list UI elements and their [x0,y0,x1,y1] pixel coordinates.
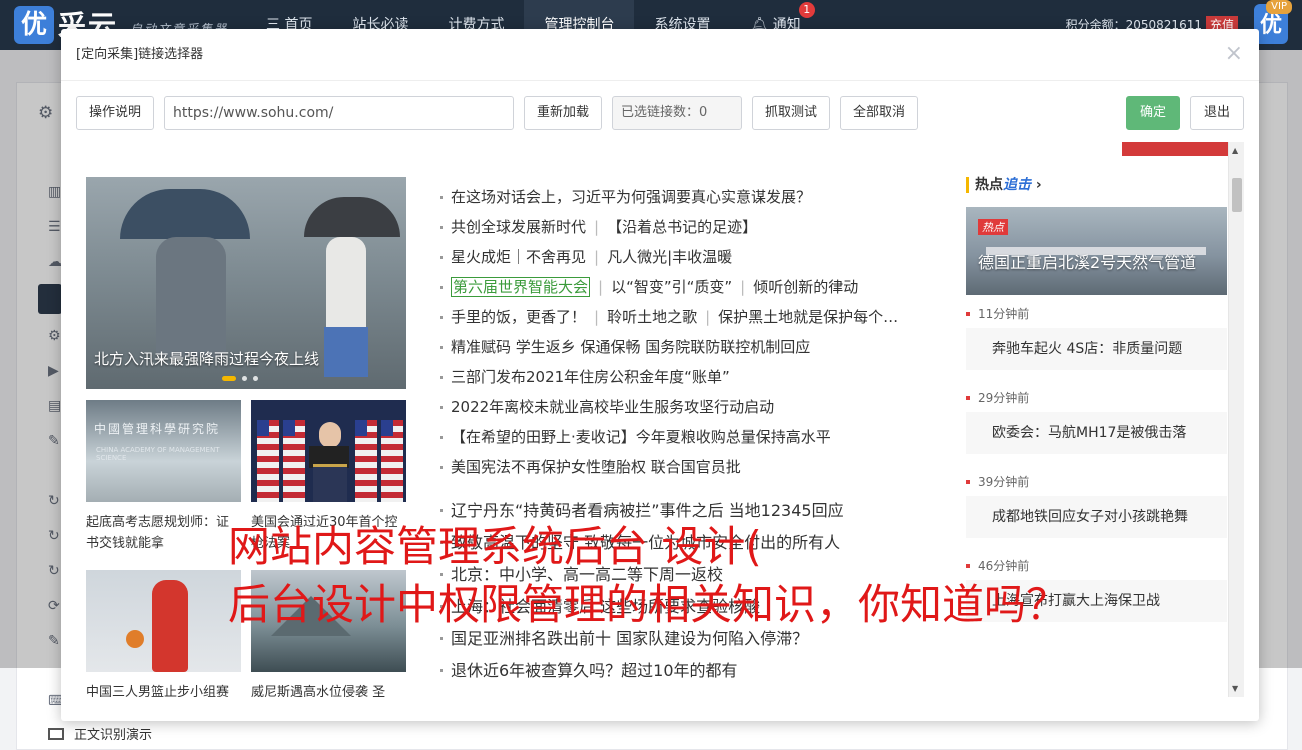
separator: | [598,278,604,296]
person-legs-graphic [324,327,368,377]
flag-graphic [257,420,279,502]
fetch-test-button[interactable]: 抓取测试 [752,96,830,130]
selected-count: 已选链接数：0 [612,96,742,130]
news-link-selected[interactable]: 第六届世界智能大会 [451,277,591,297]
hero-caption[interactable]: 北方入汛来最强降雨过程今夜上线 [94,348,319,369]
news-link[interactable]: 星火成炬｜不舍再见 [451,248,586,266]
list-item[interactable]: 【在希望的田野上·麦收记】今年夏粮收购总量保持高水平 [440,422,960,452]
speaker-head-graphic [319,422,341,448]
separator: | [594,308,600,326]
hot-topic-caption[interactable]: 德国正重启北溪2号天然气管道 [978,249,1196,273]
separator: | [594,218,600,236]
watermark-line-2: 后台设计中权限管理的相关知识，你知道吗？ [228,580,1069,629]
confirm-button[interactable]: 确定 [1126,96,1180,130]
notification-badge: 1 [798,2,815,18]
thumb-basketball-caption[interactable]: 中国三人男篮止步小组赛 [86,682,241,697]
list-item[interactable]: 手里的饭，更香了！ | 聆听土地之歌 | 保护黑土地就是保护每个… [440,302,960,332]
vip-badge: VIP [1266,0,1292,14]
person-graphic [156,237,226,357]
academy-sign-text-en: CHINA ACADEMY OF MANAGEMENT SCIENCE [96,446,220,462]
hot-tag-badge: 热点 [978,219,1008,235]
news-link[interactable]: 精准赋码 学生返乡 保通保畅 国务院联防联控机制回应 [451,338,810,356]
exit-button[interactable]: 退出 [1190,96,1244,130]
news-link[interactable]: 【沿着总书记的足迹】 [607,218,757,236]
list-item[interactable]: 2022年离校未就业高校毕业生服务攻坚行动启动 [440,392,960,422]
hot-item-time: 29分钟前 [966,390,1227,406]
podium-graphic [313,464,347,502]
flag-graphic [381,420,403,502]
list-item[interactable]: 第六届世界智能大会 | 以“智变”引“质变” | 倾听创新的律动 [440,272,960,302]
modal-title: [定向采集]链接选择器 [61,29,1259,81]
close-icon[interactable]: × [1225,43,1243,65]
thumb-academy-image[interactable]: 中國管理科學研究院 CHINA ACADEMY OF MANAGEMENT SC… [86,400,241,502]
hero-image[interactable]: 北方入汛来最强降雨过程今夜上线 [86,177,406,389]
news-link[interactable]: 三部门发布2021年住房公积金年度“账单” [451,368,730,386]
news-link[interactable]: 手里的饭，更香了！ [451,308,586,326]
hot-item-time: 39分钟前 [966,474,1227,490]
list-item[interactable]: 在这场对话会上，习近平为何强调要真心实意谋发展？ [440,182,960,212]
carousel-dots[interactable] [222,376,258,381]
separator: | [705,308,711,326]
carousel-dot[interactable] [253,376,258,381]
news-link[interactable]: 美国宪法不再保护女性堕胎权 联合国官员批 [451,458,741,476]
hot-title-a: 热点 [975,177,1003,193]
brand-logo[interactable]: 优 [14,6,54,44]
thumb-congress-image[interactable] [251,400,406,502]
monitor-icon [48,728,64,740]
umbrella-graphic-2 [304,197,400,237]
watermark-line-1: 网站内容管理系统后台 设计( [228,522,762,571]
list-item[interactable]: 共创全球发展新时代 | 【沿着总书记的足迹】 [440,212,960,242]
news-link[interactable]: 在这场对话会上，习近平为何强调要真心实意谋发展？ [451,188,811,206]
player-graphic [152,580,188,672]
list-item[interactable]: 美国宪法不再保护女性堕胎权 联合国官员批 [440,452,960,482]
news-link[interactable]: 共创全球发展新时代 [451,218,586,236]
list-item[interactable]: 精准赋码 学生返乡 保通保畅 国务院联防联控机制回应 [440,332,960,362]
list-item[interactable]: 三部门发布2021年住房公积金年度“账单” [440,362,960,392]
hot-list-item[interactable]: 29分钟前 欧委会：马航MH17是被俄击落 [966,390,1227,454]
flag-graphic [283,420,305,502]
modal-toolbar: 操作说明 https://www.sohu.com/ 重新加载 已选链接数：0 … [76,96,1244,130]
flag-graphic [355,420,377,502]
news-link[interactable]: 以“智变”引“质变” [611,278,732,296]
help-button[interactable]: 操作说明 [76,96,154,130]
news-list: 在这场对话会上，习近平为何强调要真心实意谋发展？ 共创全球发展新时代 | 【沿着总书… [440,182,960,482]
separator: | [740,278,746,296]
news-link[interactable]: 保护黑土地就是保护每个… [718,308,898,326]
reload-button[interactable]: 重新加载 [524,96,602,130]
url-input[interactable]: https://www.sohu.com/ [164,96,514,130]
hot-title-b: 追击 [1003,177,1031,193]
umbrella-graphic [120,189,250,239]
hot-item-link[interactable]: 欧委会：马航MH17是被俄击落 [966,412,1227,454]
list-item[interactable]: 星火成炬｜不舍再见 | 凡人微光|丰收温暖 [440,242,960,272]
carousel-dot[interactable] [242,376,247,381]
thumb-venice-caption[interactable]: 威尼斯遇高水位侵袭 圣 [251,682,406,697]
news-link[interactable]: 凡人微光|丰收温暖 [607,248,732,266]
scroll-thumb[interactable] [1232,178,1242,212]
academy-sign-text: 中國管理科學研究院 [94,422,221,436]
ball-graphic [126,630,144,648]
news-link[interactable]: 聆听土地之歌 [607,308,697,326]
hot-item-time: 11分钟前 [966,306,1227,322]
hot-topics-title[interactable]: 热点追击 › [966,177,1042,193]
thumb-academy-caption[interactable]: 起底高考志愿规划师：证书交钱就能拿 [86,512,241,554]
news-link[interactable]: 倾听创新的律动 [753,278,858,296]
news-link[interactable]: 2022年离校未就业高校毕业生服务攻坚行动启动 [451,398,774,416]
sidebar-item-demo-label: 正文识别演示 [74,728,153,743]
carousel-dot-active[interactable] [222,376,236,381]
top-ad-banner[interactable] [1122,142,1228,156]
scroll-up-icon[interactable]: ▲ [1232,146,1238,155]
sidebar-item-demo[interactable]: 正文识别演示 [48,724,152,743]
separator: | [594,248,600,266]
hot-list-item[interactable]: 11分钟前 奔驰车起火 4S店：非质量问题 [966,306,1227,370]
cancel-all-button[interactable]: 全部取消 [840,96,918,130]
chevron-right-icon: › [1035,177,1042,193]
list-item[interactable]: 退休近6年被查算久吗？超过10年的都有 [440,655,970,687]
scroll-down-icon[interactable]: ▼ [1232,684,1238,693]
news-link[interactable]: 【在希望的田野上·麦收记】今年夏粮收购总量保持高水平 [451,428,831,446]
thumb-basketball-image[interactable] [86,570,241,672]
hot-item-link[interactable]: 奔驰车起火 4S店：非质量问题 [966,328,1227,370]
hot-topic-image[interactable]: 热点 德国正重启北溪2号天然气管道 [966,207,1227,295]
